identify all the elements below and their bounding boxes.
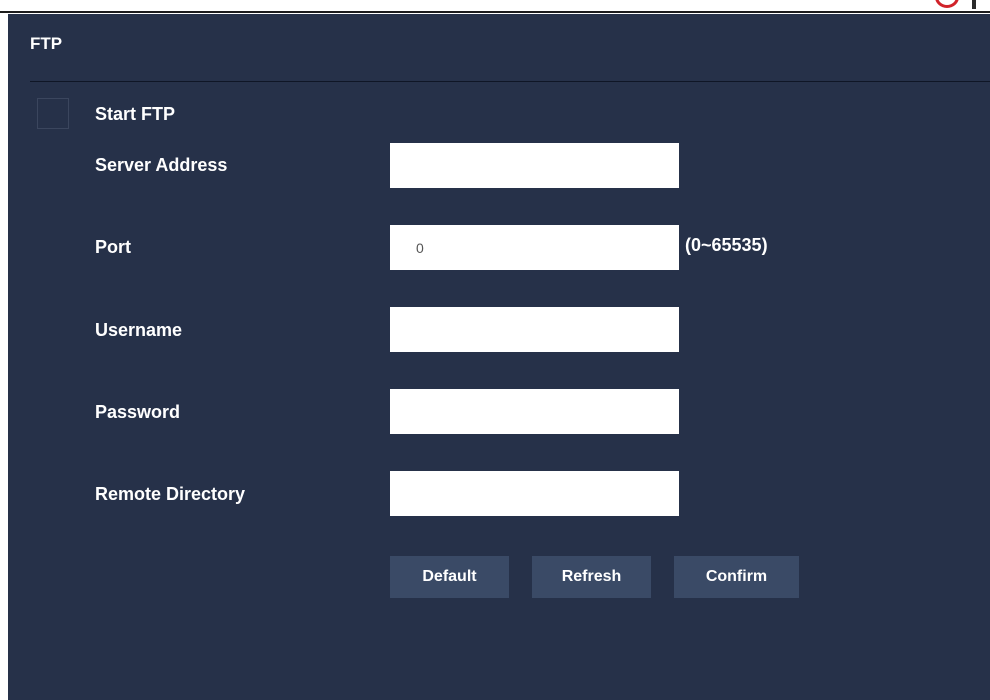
username-label: Username <box>95 320 183 340</box>
remote-directory-label: Remote Directory <box>95 484 246 504</box>
server-address-label: Server Address <box>95 155 228 175</box>
default-button[interactable]: Default <box>390 556 509 598</box>
title-divider <box>30 81 990 82</box>
brand-logo-icon <box>935 0 963 10</box>
top-divider <box>0 11 990 13</box>
brand-logo-fragment-icon <box>972 0 976 9</box>
port-label: Port <box>95 237 131 257</box>
top-bar <box>0 0 990 14</box>
refresh-button[interactable]: Refresh <box>532 556 651 598</box>
start-ftp-label: Start FTP <box>95 104 176 124</box>
port-input[interactable] <box>390 225 679 270</box>
username-input[interactable] <box>390 307 679 352</box>
confirm-button[interactable]: Confirm <box>674 556 799 598</box>
remote-directory-input[interactable] <box>390 471 679 516</box>
page-title: FTP <box>30 34 63 53</box>
start-ftp-checkbox[interactable] <box>37 98 69 129</box>
password-label: Password <box>95 402 181 422</box>
port-range-hint: (0~65535) <box>685 235 768 255</box>
password-input[interactable] <box>390 389 679 434</box>
server-address-input[interactable] <box>390 143 679 188</box>
